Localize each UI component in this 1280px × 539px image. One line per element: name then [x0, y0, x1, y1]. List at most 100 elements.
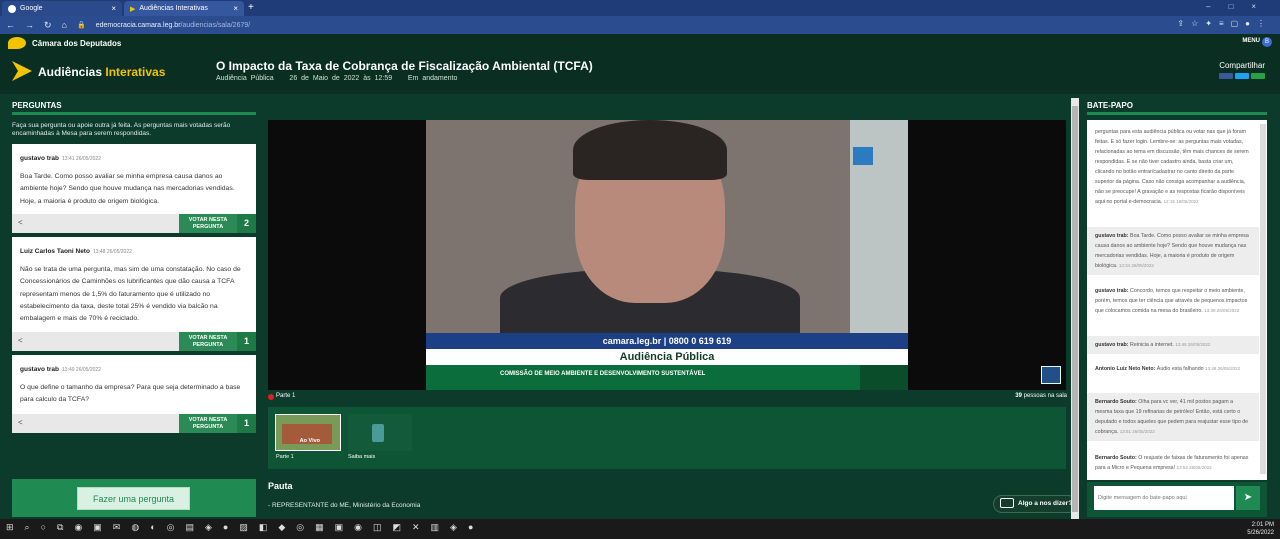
- vote-button[interactable]: VOTAR NESTA PERGUNTA: [179, 414, 237, 433]
- taskbar-clock[interactable]: 2:01 PM 5/26/2022: [1247, 521, 1274, 537]
- pauta-item: - REPRESENTANTE do ME, Ministério da Eco…: [268, 502, 421, 509]
- forward-icon[interactable]: →: [25, 20, 34, 30]
- twitter-icon[interactable]: [1235, 73, 1249, 79]
- chat-message: perguntas para esta audiência pública ou…: [1087, 123, 1259, 211]
- vote-count: 2: [237, 214, 256, 233]
- url-field[interactable]: edemocracia.camara.leg.br/audiencias/sal…: [96, 22, 251, 29]
- chat-author: Antonio Luiz Neto Neto:: [1095, 366, 1156, 372]
- ask-question-button[interactable]: Fazer uma pergunta: [77, 487, 190, 510]
- chat-text: Áudio esta falhando: [1155, 366, 1204, 372]
- people-number: 39: [1015, 393, 1022, 399]
- lock-icon[interactable]: 🔒: [77, 21, 86, 29]
- taskbar-icons[interactable]: ⊞⌕○⧉◉▣✉◍◐◎▤◈●▨◧◆◎▦▣◉◫◩✕▥◈●: [6, 522, 484, 533]
- chat-time: 13:39 26/05/2022: [1204, 308, 1240, 313]
- question-text: Não se trata de uma pergunta, mas sim de…: [20, 266, 241, 323]
- chat-message: Bernardo Souto: O reajuste de faixas de …: [1087, 449, 1259, 477]
- page-header: [0, 52, 1280, 94]
- user-avatar[interactable]: B: [1262, 37, 1272, 47]
- tv-camara-logo: [1041, 366, 1061, 384]
- message-icon: [1000, 498, 1014, 508]
- share-label: Compartilhar: [1219, 61, 1265, 70]
- clock-time: 2:01 PM: [1251, 522, 1274, 528]
- chat-message: Antonio Luiz Neto Neto: Áudio esta falha…: [1087, 360, 1259, 378]
- tab-label: Audiências Interativas: [139, 5, 208, 12]
- question-text: O que define o tamanho da empresa? Para …: [20, 384, 241, 404]
- page-scrollbar-thumb[interactable]: [1072, 106, 1078, 512]
- video-banner-box: [860, 365, 908, 390]
- chat-author: gustavo trab:: [1095, 342, 1129, 348]
- menu-button[interactable]: MENU: [1242, 38, 1260, 44]
- thumb-label: Saiba mais: [348, 454, 376, 460]
- chat-messages[interactable]: perguntas para esta audiência pública ou…: [1087, 120, 1267, 480]
- thumb-label: Parte 1: [276, 454, 294, 460]
- new-tab-button[interactable]: +: [248, 2, 254, 13]
- extension-icons[interactable]: ⇪☆✦≡▢●⋮: [1177, 19, 1272, 28]
- questions-intro: Faça sua pergunta ou apoie outra já feit…: [12, 122, 231, 137]
- audiencias-logo-text[interactable]: Audiências Interativas: [38, 65, 165, 79]
- chat-input[interactable]: [1094, 486, 1234, 510]
- video-banner-commission: COMISSÃO DE MEIO AMBIENTE E DESENVOLVIME…: [500, 371, 706, 377]
- people-label: pessoas na sala: [1021, 393, 1067, 399]
- chat-time: 13:48 26/05/2022: [1175, 342, 1211, 347]
- chat-time: 13:34 26/05/2022: [1118, 263, 1154, 268]
- vote-button[interactable]: VOTAR NESTA PERGUNTA: [179, 214, 237, 233]
- whatsapp-icon[interactable]: [1251, 73, 1265, 79]
- vote-count: 1: [237, 332, 256, 351]
- chat-author: Bernardo Souto:: [1095, 399, 1137, 405]
- question-footer: < VOTAR NESTA PERGUNTA 2: [12, 214, 256, 233]
- speaker-hair: [573, 120, 727, 180]
- live-indicator-icon: [268, 394, 274, 400]
- tab-audiencias[interactable]: ▶ Audiências Interativas ×: [124, 1, 244, 16]
- chat-heading: BATE-PAPO: [1087, 101, 1133, 110]
- chat-author: gustavo trab:: [1095, 233, 1129, 239]
- facebook-icon[interactable]: [1219, 73, 1233, 79]
- chat-time: 13:52 26/05/2022: [1176, 465, 1212, 470]
- logo-text-yellow: Interativas: [105, 65, 166, 79]
- camara-tv-logo: [853, 147, 873, 165]
- send-icon[interactable]: ➤: [1236, 486, 1260, 510]
- live-dot-icon: ●: [295, 438, 299, 444]
- question-footer: < VOTAR NESTA PERGUNTA 1: [12, 414, 256, 433]
- chat-author: Bernardo Souto:: [1095, 455, 1137, 461]
- url-path: /audiencias/sala/2679/: [180, 21, 251, 29]
- clock-date: 5/26/2022: [1247, 530, 1274, 536]
- share-icon[interactable]: <: [18, 418, 23, 427]
- live-badge: ● Ao Vivo: [295, 438, 320, 444]
- chat-text: perguntas para esta audiência pública ou…: [1095, 129, 1249, 205]
- live-badge-text: Ao Vivo: [299, 438, 321, 444]
- back-icon[interactable]: ←: [6, 20, 15, 30]
- tab-label: Google: [20, 5, 43, 12]
- close-icon[interactable]: ×: [233, 4, 238, 13]
- chat-scrollbar[interactable]: [1260, 124, 1266, 474]
- question-time: 13:49 26/05/2022: [62, 367, 101, 373]
- page-subtitle: Audiência Pública 26 de Maio de 2022 às …: [216, 75, 458, 82]
- page-title: O Impacto da Taxa de Cobrança de Fiscali…: [216, 59, 593, 73]
- phone-icon: [372, 424, 384, 442]
- share-section: Compartilhar: [1217, 61, 1265, 81]
- question-text: Boa Tarde. Como posso avaliar se minha e…: [20, 173, 235, 205]
- question-card: gustavo trab 13:49 26/05/2022 O que defin…: [12, 355, 256, 433]
- camara-name[interactable]: Câmara dos Deputados: [32, 39, 121, 48]
- tab-google[interactable]: Google ×: [2, 1, 122, 16]
- question-footer: < VOTAR NESTA PERGUNTA 1: [12, 332, 256, 351]
- home-icon[interactable]: ⌂: [62, 20, 67, 30]
- question-card: gustavo trab 13:41 26/05/2022 Boa Tarde. …: [12, 144, 256, 233]
- share-icon[interactable]: <: [18, 218, 23, 227]
- google-icon: [8, 4, 16, 13]
- question-author: gustavo trab: [20, 155, 60, 162]
- chat-time: 13:51 26/05/2022: [1119, 429, 1155, 434]
- vote-button[interactable]: VOTAR NESTA PERGUNTA: [179, 332, 237, 351]
- share-icon[interactable]: <: [18, 336, 23, 345]
- close-icon[interactable]: ×: [111, 4, 116, 13]
- part-label: Parte 1: [276, 393, 296, 399]
- chat-author: gustavo trab:: [1095, 288, 1129, 294]
- reload-icon[interactable]: ↻: [44, 20, 52, 31]
- logo-text-white: Audiências: [38, 65, 106, 79]
- camara-bar: Câmara dos Deputados: [0, 34, 1280, 52]
- question-time: 13:41 26/05/2022: [62, 156, 101, 162]
- people-count: 39 pessoas na sala: [1015, 393, 1067, 399]
- camara-logo[interactable]: [8, 37, 26, 49]
- window-controls[interactable]: –□×: [1206, 2, 1274, 11]
- chat-message: Bernardo Souto: Olha para vc ver, 41 mil…: [1087, 393, 1259, 441]
- chat-message: gustavo trab: Boa Tarde. Como posso aval…: [1087, 227, 1259, 275]
